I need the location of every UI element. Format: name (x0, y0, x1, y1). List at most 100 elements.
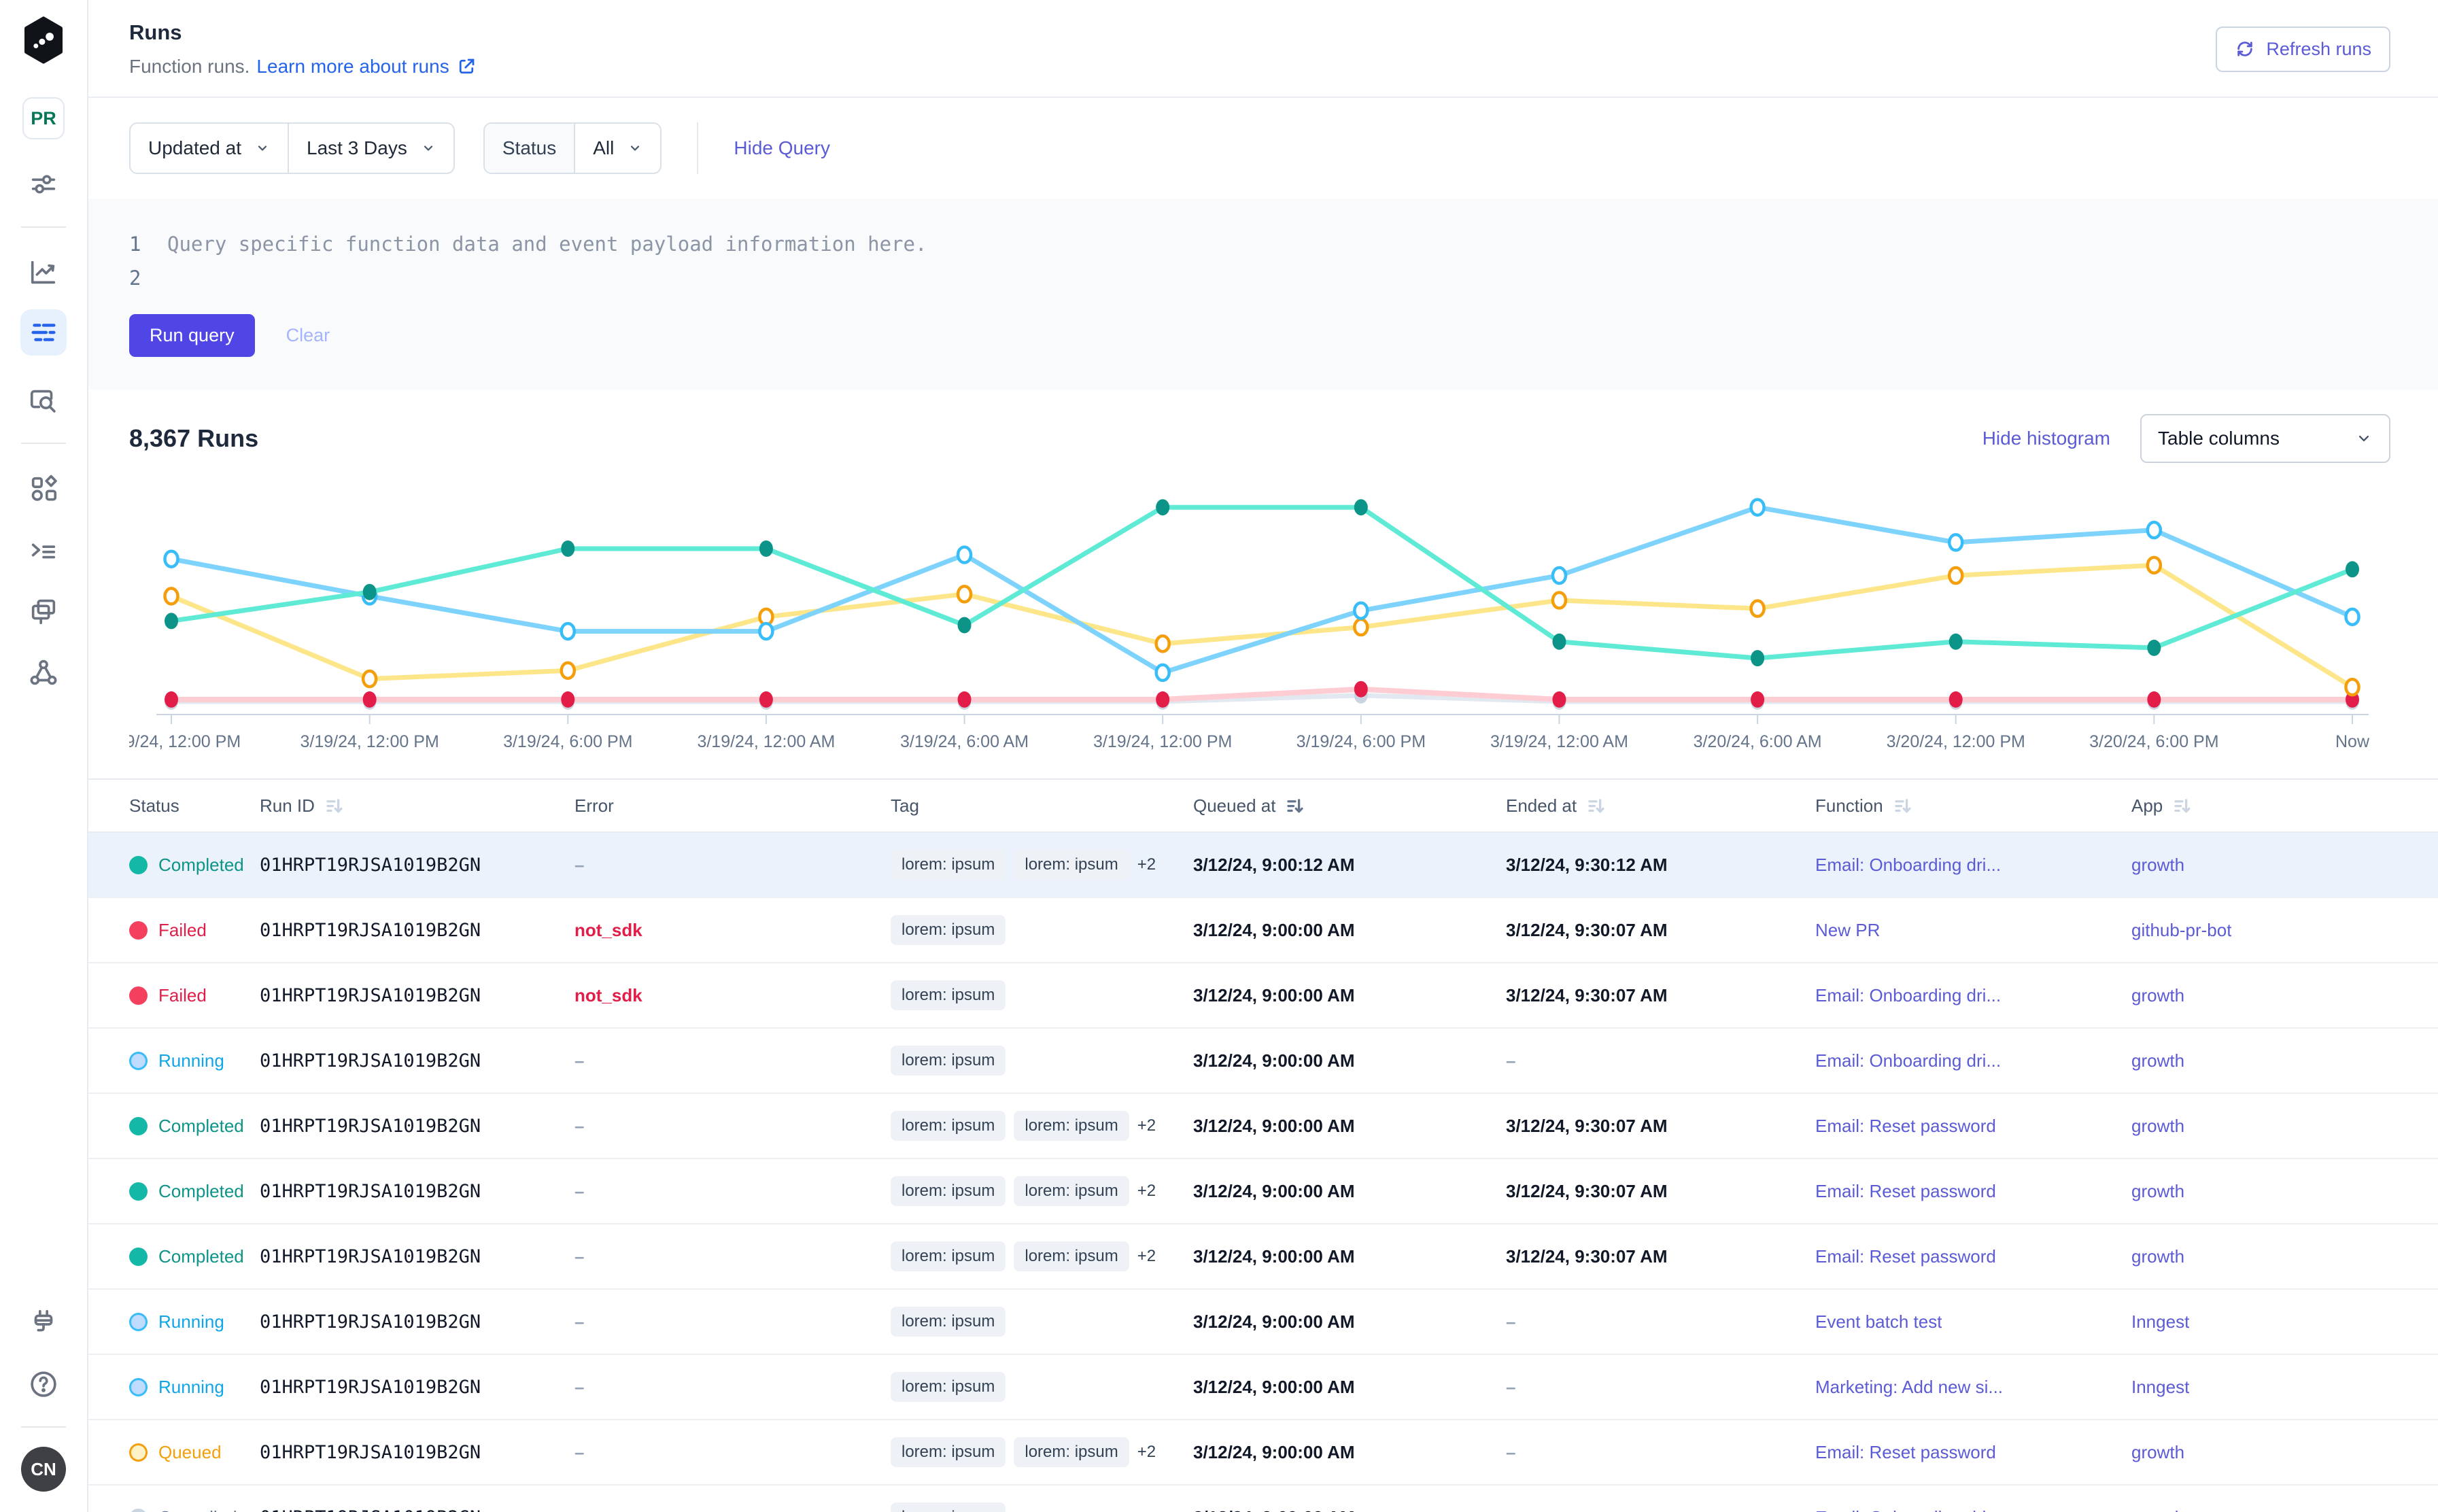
tag-chip: lorem: ipsum (891, 1372, 1006, 1402)
runs-count: 8,367 Runs (129, 424, 258, 453)
status-cell: Running (88, 1050, 260, 1071)
refresh-icon (2235, 39, 2255, 59)
function-cell: Email: Onboarding dri... (1815, 1050, 2131, 1071)
status-dot-completed (129, 1248, 148, 1266)
status-filter-dropdown[interactable]: All (574, 124, 660, 173)
table-row[interactable]: Running 01HRPT19RJSA1019B2GN – lorem: ip… (88, 1029, 2438, 1094)
column-header-function[interactable]: Function (1815, 795, 2131, 817)
error-cell: – (574, 1116, 891, 1137)
ended-at-cell: 3/12/24, 9:30:07 AM (1506, 1181, 1815, 1202)
app-link[interactable]: growth (2131, 1181, 2184, 1202)
run-id-cell: 01HRPT19RJSA1019B2GN (260, 985, 574, 1006)
status-dot-running (129, 1052, 148, 1070)
time-range-dropdown[interactable]: Last 3 Days (288, 124, 453, 173)
run-query-button[interactable]: Run query (129, 314, 255, 357)
learn-more-link[interactable]: Learn more about runs (256, 56, 476, 78)
query-editor[interactable]: 1 Query specific function data and event… (88, 199, 2438, 390)
function-link[interactable]: Email: Onboarding dri... (1815, 855, 2001, 876)
function-link[interactable]: Email: Reset password (1815, 1181, 1996, 1202)
column-header-run-id[interactable]: Run ID (260, 795, 574, 817)
app-link[interactable]: growth (2131, 1050, 2184, 1071)
table-columns-dropdown[interactable]: Table columns (2140, 414, 2390, 463)
hide-histogram-link[interactable]: Hide histogram (1982, 428, 2110, 449)
filters-icon[interactable] (27, 168, 60, 201)
table-row[interactable]: Cancelled 01HRPT19RJSA1019B2GN – lorem: … (88, 1485, 2438, 1512)
tag-chip: lorem: ipsum (891, 1111, 1006, 1141)
table-row[interactable]: Failed 01HRPT19RJSA1019B2GN not_sdk lore… (88, 963, 2438, 1029)
ended-at-cell: 3/12/24, 9:30:07 AM (1506, 920, 1815, 941)
help-icon[interactable] (27, 1368, 60, 1401)
function-link[interactable]: Event batch test (1815, 1311, 1942, 1333)
function-link[interactable]: Email: Onboarding dri... (1815, 1507, 2001, 1512)
function-cell: Email: Reset password (1815, 1116, 2131, 1137)
status-label: Running (158, 1311, 224, 1333)
app-link[interactable]: growth (2131, 1246, 2184, 1267)
function-link[interactable]: Marketing: Add new si... (1815, 1377, 2003, 1398)
app-link[interactable]: growth (2131, 1116, 2184, 1137)
cli-icon[interactable] (27, 534, 60, 566)
sort-icon (2172, 795, 2193, 816)
column-header-ended-at[interactable]: Ended at (1506, 795, 1815, 817)
tag-chip: lorem: ipsum (1014, 1437, 1129, 1467)
plug-icon[interactable] (27, 1307, 60, 1339)
column-header-queued-at[interactable]: Queued at (1193, 795, 1506, 817)
refresh-runs-button[interactable]: Refresh runs (2216, 27, 2390, 72)
table-row[interactable]: Running 01HRPT19RJSA1019B2GN – lorem: ip… (88, 1290, 2438, 1355)
tag-cell: lorem: ipsum (891, 1502, 1193, 1512)
app-link[interactable]: github-pr-bot (2131, 920, 2231, 941)
status-label: Running (158, 1377, 224, 1398)
app-link[interactable]: growth (2131, 1442, 2184, 1463)
queued-at-cell: 3/12/24, 9:00:00 AM (1193, 1116, 1506, 1137)
time-field-dropdown[interactable]: Updated at (131, 124, 288, 173)
app-link[interactable]: Inngest (2131, 1311, 2189, 1333)
status-label: Failed (158, 920, 207, 941)
tag-cell: lorem: ipsum (891, 980, 1193, 1010)
table-row[interactable]: Completed 01HRPT19RJSA1019B2GN – lorem: … (88, 1224, 2438, 1290)
hide-query-link[interactable]: Hide Query (734, 137, 830, 159)
tag-chip: lorem: ipsum (891, 1046, 1006, 1076)
function-link[interactable]: Email: Reset password (1815, 1442, 1996, 1463)
table-row[interactable]: Running 01HRPT19RJSA1019B2GN – lorem: ip… (88, 1355, 2438, 1420)
line-number: 1 (129, 227, 167, 261)
app-link[interactable]: growth (2131, 985, 2184, 1006)
clear-query-button[interactable]: Clear (286, 325, 330, 346)
tag-more: +2 (1137, 1116, 1156, 1135)
tag-chip: lorem: ipsum (1014, 1241, 1129, 1271)
status-dot-completed (129, 1182, 148, 1201)
table-row[interactable]: Failed 01HRPT19RJSA1019B2GN not_sdk lore… (88, 898, 2438, 963)
trace-search-icon[interactable] (27, 384, 60, 417)
workspace-badge[interactable]: PR (22, 97, 65, 139)
webhook-icon[interactable] (27, 656, 60, 689)
metrics-icon[interactable] (27, 256, 60, 289)
windows-icon[interactable] (27, 595, 60, 628)
column-header-app[interactable]: App (2131, 795, 2438, 817)
sort-icon (1893, 795, 1913, 816)
svg-text:3/19/24, 12:00 PM: 3/19/24, 12:00 PM (1093, 732, 1232, 751)
app-link[interactable]: growth (2131, 1507, 2184, 1512)
table-row[interactable]: Completed 01HRPT19RJSA1019B2GN – lorem: … (88, 1094, 2438, 1159)
function-link[interactable]: Email: Onboarding dri... (1815, 985, 2001, 1006)
status-label: Failed (158, 985, 207, 1006)
queued-at-cell: 3/12/24, 9:00:00 AM (1193, 1246, 1506, 1267)
app-link[interactable]: Inngest (2131, 1377, 2189, 1398)
run-id-cell: 01HRPT19RJSA1019B2GN (260, 1116, 574, 1137)
table-row[interactable]: Completed 01HRPT19RJSA1019B2GN – lorem: … (88, 1159, 2438, 1224)
svg-text:3/20/24, 12:00 PM: 3/20/24, 12:00 PM (1887, 732, 2025, 751)
table-row[interactable]: Completed 01HRPT19RJSA1019B2GN – lorem: … (88, 833, 2438, 898)
function-link[interactable]: New PR (1815, 920, 1880, 941)
avatar[interactable]: CN (21, 1447, 66, 1492)
apps-icon[interactable] (27, 472, 60, 505)
function-link[interactable]: Email: Reset password (1815, 1246, 1996, 1267)
ended-at-cell: – (1506, 1507, 1815, 1512)
tag-chip: lorem: ipsum (1014, 1111, 1129, 1141)
app-link[interactable]: growth (2131, 855, 2184, 876)
status-cell: Completed (88, 1246, 260, 1267)
sidebar-item-runs[interactable] (20, 309, 67, 356)
inngest-logo-icon[interactable] (22, 16, 65, 67)
function-link[interactable]: Email: Reset password (1815, 1116, 1996, 1137)
filter-bar: Updated at Last 3 Days Status All (88, 98, 2438, 174)
table-row[interactable]: Queued 01HRPT19RJSA1019B2GN – lorem: ips… (88, 1420, 2438, 1485)
status-dot-failed (129, 921, 148, 940)
filter-divider (697, 122, 698, 174)
function-link[interactable]: Email: Onboarding dri... (1815, 1050, 2001, 1071)
